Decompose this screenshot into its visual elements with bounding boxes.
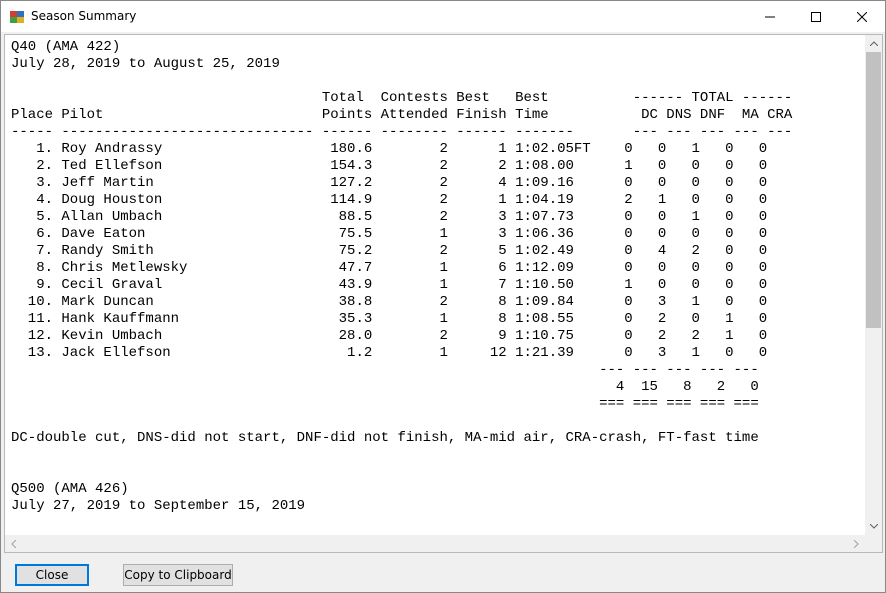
minimize-icon <box>765 16 775 17</box>
season-summary-window: Season Summary Q40 (AMA 422) July 28, 20… <box>0 0 886 593</box>
title-bar[interactable]: Season Summary <box>1 1 885 32</box>
scroll-right-icon[interactable] <box>848 535 865 552</box>
copy-to-clipboard-button[interactable]: Copy to Clipboard <box>123 564 233 586</box>
vertical-scrollbar[interactable] <box>865 35 882 535</box>
horizontal-scrollbar[interactable] <box>5 535 865 552</box>
scroll-up-icon[interactable] <box>865 35 882 52</box>
window-title: Season Summary <box>31 9 137 23</box>
close-icon <box>857 11 867 22</box>
scroll-down-icon[interactable] <box>865 518 882 535</box>
scrollbar-corner <box>865 535 882 552</box>
report-text: Q40 (AMA 422) July 28, 2019 to August 25… <box>11 39 793 514</box>
vertical-scroll-thumb[interactable] <box>866 52 881 328</box>
maximize-button[interactable] <box>793 1 839 32</box>
maximize-icon <box>811 11 821 22</box>
app-icon <box>10 9 24 23</box>
minimize-button[interactable] <box>747 1 793 32</box>
scroll-left-icon[interactable] <box>5 535 22 552</box>
close-window-button[interactable] <box>839 1 885 32</box>
report-text-area[interactable]: Q40 (AMA 422) July 28, 2019 to August 25… <box>4 34 883 553</box>
close-button[interactable]: Close <box>15 564 89 586</box>
